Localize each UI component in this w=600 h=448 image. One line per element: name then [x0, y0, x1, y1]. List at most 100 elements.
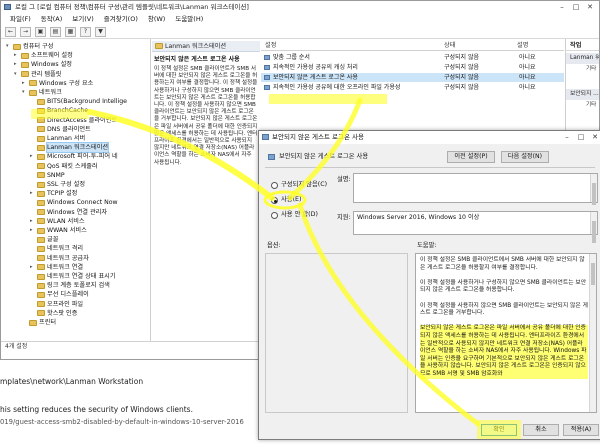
expand-right-icon[interactable] [30, 162, 35, 171]
radio-disabled[interactable]: 사용 안 함(D) [271, 210, 318, 220]
expand-right-icon[interactable]: ▸ [30, 189, 35, 198]
folder-icon [37, 98, 45, 105]
folder-icon [37, 209, 45, 216]
properties-icon[interactable]: ▦ [65, 26, 76, 37]
table-row[interactable]: 지속적인 가용성 공유의 캐싱 처리 구성되지 않음 아니요 [261, 63, 564, 72]
expand-right-icon[interactable]: ▸ [30, 217, 35, 226]
menu-item-5[interactable]: 도움말(H) [170, 13, 208, 25]
expand-right-icon[interactable] [30, 97, 35, 106]
up-icon[interactable]: ▣ [35, 26, 46, 37]
action-more-2[interactable]: 기타 [566, 101, 599, 110]
filter-icon[interactable]: ▼ [95, 26, 106, 37]
expand-right-icon[interactable] [30, 309, 35, 318]
radio-enabled[interactable]: 사용(E) [271, 195, 301, 205]
expand-right-icon[interactable] [30, 300, 35, 309]
tree-item-label: 링크 계층 토폴로지 검색 [47, 282, 110, 290]
radio-not-configured[interactable]: 구성되지 않음(C) [271, 180, 327, 190]
menu-item-1[interactable]: 동작(A) [36, 13, 67, 25]
previous-setting-button[interactable]: 이전 설정(P) [447, 151, 495, 163]
ok-highlight-marker [477, 420, 521, 439]
window-title: [로컬 컴퓨터 정책\컴퓨터 구성\관리 템플릿\네트워크\Lanman 워크스… [37, 3, 249, 11]
tree-item-label: Lanman 워크스테이션 [45, 142, 110, 154]
dialog-maximize-icon[interactable]: □ [574, 131, 588, 144]
expand-right-icon[interactable] [30, 198, 35, 207]
column-header-state[interactable]: 상태 [444, 41, 455, 51]
tree-item-label: 네트워크 공급자 [47, 254, 89, 262]
row-cell-state: 구성되지 않음 [444, 74, 480, 81]
tree-item-label: Microsoft 피어-투-피어 네 [47, 153, 118, 161]
expand-right-icon[interactable] [30, 254, 35, 263]
dialog-close-icon[interactable]: ✕ [588, 131, 600, 144]
tree-item-label: DNS 클라이언트 [47, 125, 91, 133]
menu-item-0[interactable]: 파일(F) [5, 13, 36, 25]
next-setting-button[interactable]: 다음 설정(N) [501, 151, 549, 163]
comment-label: 설명: [337, 176, 351, 183]
show-hide-icon[interactable]: ▤ [50, 26, 61, 37]
window-title-prefix: 로컬 그 [15, 3, 36, 11]
expand-right-icon[interactable] [30, 281, 35, 290]
column-header-note[interactable]: 설명 [517, 41, 528, 51]
menu-item-3[interactable]: 즐겨찾기(O) [99, 13, 143, 25]
table-row[interactable]: 맞춤 그룹 순서 구성되지 않음 아니요 [261, 53, 564, 62]
folder-icon [21, 61, 29, 68]
radio-dot-checked[interactable] [271, 197, 278, 204]
action-group-setting[interactable]: 보안되지 ... [566, 89, 599, 100]
column-header-setting[interactable]: 설정 [265, 41, 276, 51]
help-icon[interactable]: ? [80, 26, 91, 37]
expand-right-icon[interactable] [30, 235, 35, 244]
expand-down-icon[interactable]: ▾ [22, 88, 27, 97]
expand-right-icon[interactable]: ▸ [30, 263, 35, 272]
radio-dot[interactable] [271, 212, 278, 219]
minimize-icon[interactable]: – [555, 1, 569, 13]
folder-icon [13, 43, 21, 50]
expand-right-icon[interactable]: ▸ [30, 226, 35, 235]
folder-icon [37, 199, 45, 206]
expand-right-icon[interactable] [30, 244, 35, 253]
expand-right-icon[interactable]: ▸ [14, 51, 19, 60]
row-cell-state: 구성되지 않음 [444, 54, 480, 61]
expand-right-icon[interactable] [30, 143, 35, 152]
action-more-1[interactable]: 기타 [566, 65, 599, 74]
expand-right-icon[interactable]: ▸ [14, 60, 19, 69]
tree-item-label: Lanman 서버 [47, 135, 86, 142]
article-url-text[interactable]: 019/guest-access-smb2-disabled-by-defaul… [0, 418, 244, 426]
close-icon[interactable]: ✕ [583, 1, 597, 13]
expand-down-icon[interactable]: ▾ [6, 42, 11, 51]
toolbar: ← → ▣ ▤ ▦ ? ▼ [1, 25, 599, 39]
apply-button[interactable]: 적용(A) [563, 424, 599, 436]
supported-scrollbar[interactable] [590, 212, 597, 243]
forward-icon[interactable]: → [20, 26, 31, 37]
menu-item-2[interactable]: 보기(V) [67, 13, 98, 25]
action-group-lanman[interactable]: Lanman 워... [566, 53, 599, 64]
folder-icon [37, 291, 45, 298]
back-icon[interactable]: ← [5, 26, 16, 37]
comment-scrollbar[interactable] [590, 174, 597, 205]
dialog-minimize-icon[interactable]: – [560, 131, 574, 144]
table-row[interactable]: 지속적인 가용성 공유에 대한 오프라인 파일 가용성 구성되지 않음 아니요 [261, 83, 564, 92]
folder-icon [37, 227, 45, 234]
expand-down-icon[interactable]: ▾ [14, 70, 19, 79]
folder-icon [21, 52, 29, 59]
expand-right-icon[interactable] [22, 318, 27, 327]
expand-right-icon[interactable] [30, 290, 35, 299]
expand-right-icon[interactable] [30, 134, 35, 143]
expand-right-icon[interactable] [30, 125, 35, 134]
expand-right-icon[interactable] [30, 180, 35, 189]
expand-right-icon[interactable] [30, 171, 35, 180]
cancel-button[interactable]: 취소 [523, 424, 559, 436]
row-cell-note: 아니요 [519, 84, 536, 91]
table-row[interactable]: 보안되지 않은 게스트 로그온 사용 구성되지 않음 아니요 [261, 73, 564, 82]
expand-right-icon[interactable] [30, 272, 35, 281]
folder-icon [37, 245, 45, 252]
radio-dot[interactable] [271, 182, 278, 189]
expand-right-icon[interactable]: ▸ [22, 79, 27, 88]
row-cell-state: 구성되지 않음 [444, 84, 480, 91]
dialog-title: 보안되지 않은 게스트 로그온 사용 [272, 133, 364, 141]
expand-right-icon[interactable]: ▸ [30, 152, 35, 161]
expand-right-icon[interactable] [30, 208, 35, 217]
row-cell-name: 지속적인 가용성 공유에 대한 오프라인 파일 가용성 [273, 84, 401, 91]
maximize-icon[interactable]: □ [569, 1, 583, 13]
menu-item-4[interactable]: 창(W) [143, 13, 170, 25]
comment-textarea[interactable] [353, 173, 598, 205]
help-scrollbar[interactable] [589, 254, 596, 412]
